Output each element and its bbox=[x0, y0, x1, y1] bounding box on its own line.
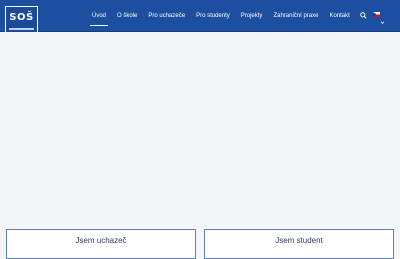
nav-item-kontakt[interactable]: Kontakt bbox=[329, 12, 349, 20]
school-logo[interactable]: SOŠ bbox=[5, 6, 38, 35]
nav-item-uvod[interactable]: Úvod bbox=[89, 12, 109, 26]
hero-banner bbox=[0, 32, 400, 227]
card-title: Jsem uchazeč bbox=[75, 236, 127, 245]
nav-item-pro-studenty[interactable]: Pro studenty bbox=[196, 12, 230, 20]
card-uchazec[interactable]: Jsem uchazeč bbox=[6, 229, 196, 259]
nav-item-o-skole[interactable]: O škole bbox=[117, 12, 137, 20]
site-header: SOŠ Úvod O škole Pro uchazeče Pro studen… bbox=[0, 0, 400, 35]
flag-cz-icon[interactable] bbox=[373, 12, 380, 17]
logo-text: SOŠ bbox=[9, 12, 34, 23]
card-title: Jsem student bbox=[275, 236, 323, 245]
card-student[interactable]: Jsem student bbox=[204, 229, 394, 259]
main-nav: Úvod O škole Pro uchazeče Pro studenty P… bbox=[89, 0, 350, 31]
nav-item-pro-uchazece[interactable]: Pro uchazeče bbox=[148, 12, 185, 20]
logo-underline bbox=[9, 28, 34, 30]
chevron-down-icon[interactable] bbox=[380, 12, 385, 24]
nav-item-projekty[interactable]: Projekty bbox=[241, 12, 263, 20]
nav-item-zahranicni-praxe[interactable]: Zahraniční praxe bbox=[273, 12, 318, 20]
search-icon[interactable] bbox=[358, 10, 368, 20]
